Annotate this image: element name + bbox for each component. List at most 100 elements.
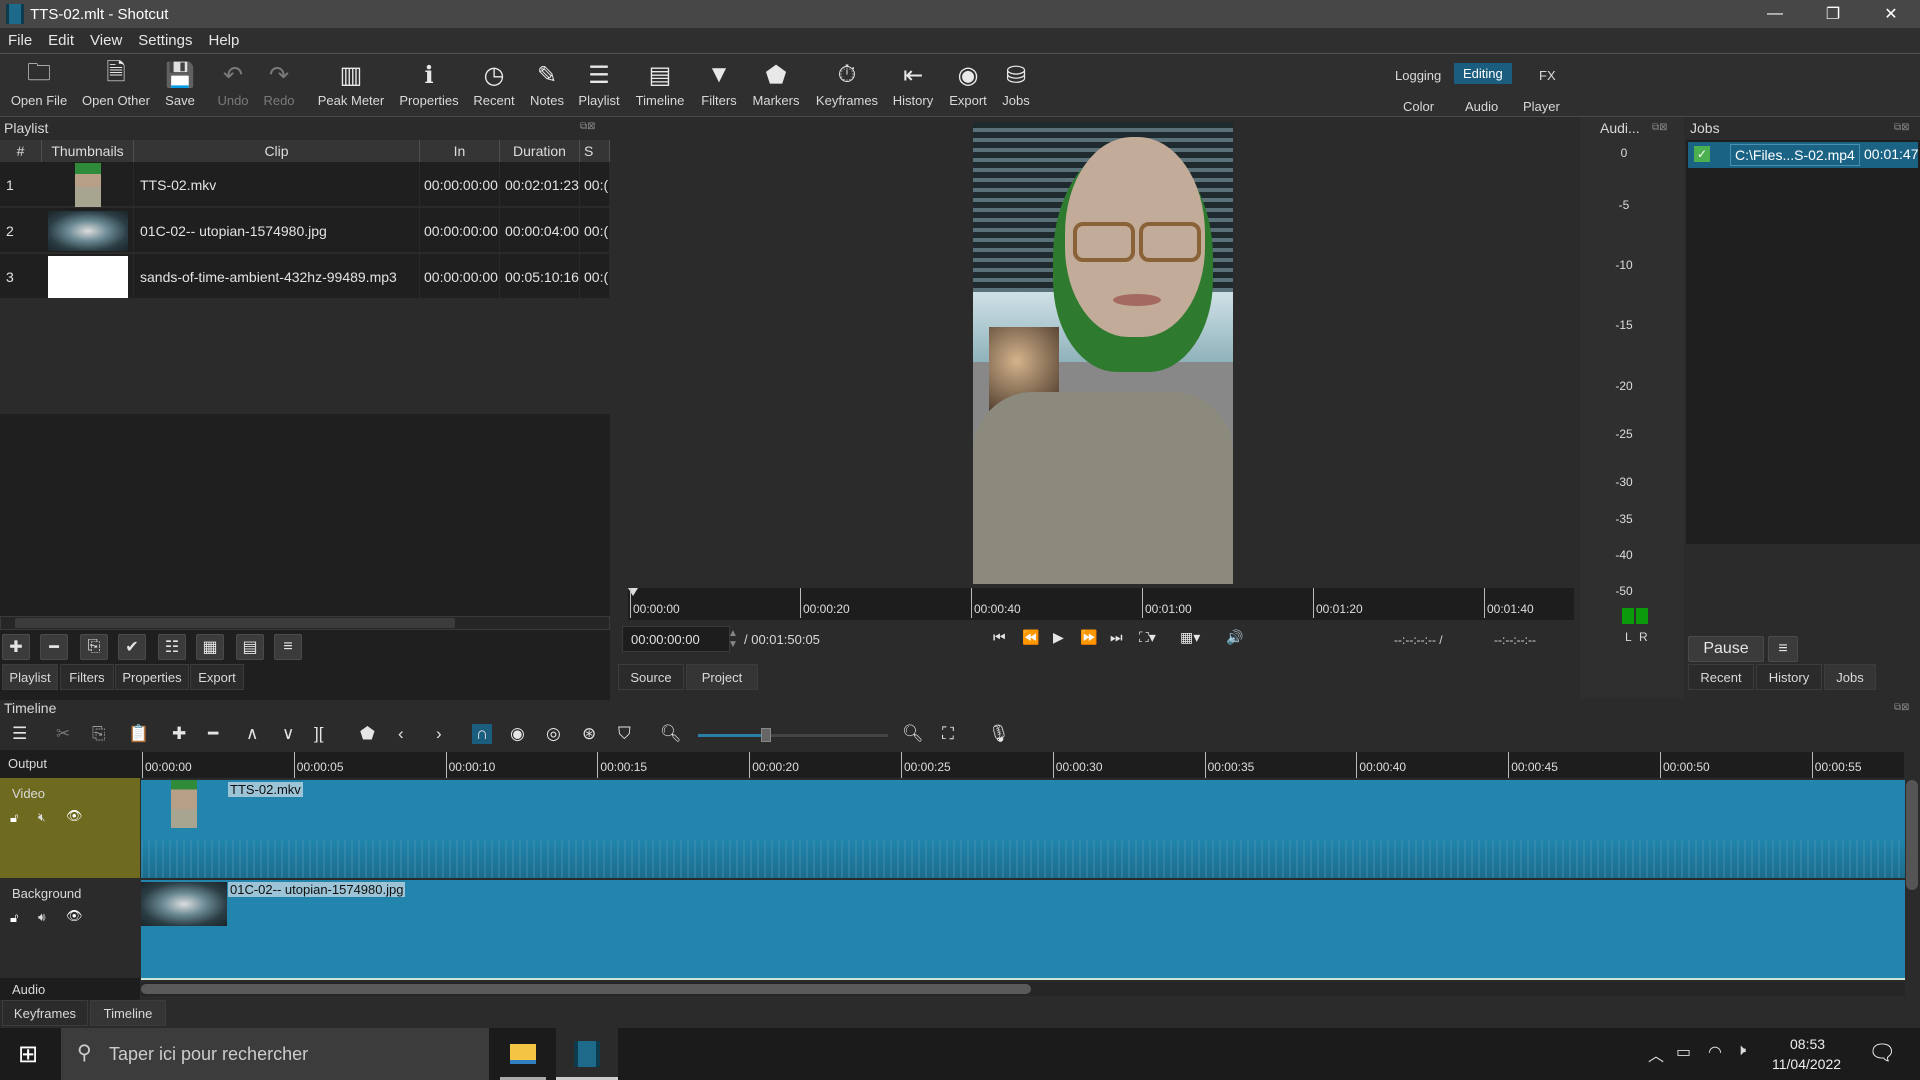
- menu-edit[interactable]: Edit: [40, 32, 82, 49]
- copy-icon[interactable]: ⎘: [92, 724, 106, 744]
- lock-icon[interactable]: 🔓︎: [10, 810, 18, 826]
- playlist-row[interactable]: 2 01C-02-- utopian-1574980.jpg 00:00:00:…: [0, 208, 610, 253]
- clip-utopian[interactable]: 01C-02-- utopian-1574980.jpg: [141, 880, 1905, 978]
- redo-button[interactable]: ↷ Redo: [244, 59, 314, 109]
- current-timecode-field[interactable]: 00:00:00:00: [622, 626, 730, 652]
- windows-start-icon[interactable]: ⊞: [18, 1040, 38, 1069]
- column-header-in[interactable]: In: [420, 140, 500, 162]
- viewer-ruler[interactable]: 00:00:00 00:00:20 00:00:40 00:01:00 00:0…: [628, 588, 1574, 620]
- dock-float-close-icons[interactable]: ⧉⊠: [1894, 702, 1910, 713]
- menu-settings[interactable]: Settings: [130, 32, 200, 49]
- zoom-fit-icon[interactable]: ⛶: [942, 724, 954, 744]
- jobs-menu-icon[interactable]: ≡: [1768, 636, 1798, 662]
- marker-icon[interactable]: ⬟: [360, 724, 375, 744]
- minimize-button[interactable]: —: [1746, 0, 1804, 28]
- properties-button[interactable]: ℹ Properties: [394, 59, 464, 109]
- tab-playlist[interactable]: Playlist: [2, 664, 58, 690]
- timeline-ruler[interactable]: 00:00:00 00:00:05 00:00:10 00:00:15 00:00:20…: [140, 752, 1904, 778]
- zoom-slider[interactable]: [698, 728, 888, 742]
- volume-icon[interactable]: 🕨: [1736, 1042, 1746, 1060]
- tab-history[interactable]: History: [1756, 664, 1822, 690]
- tiles-view-icon[interactable]: ▦: [196, 634, 224, 660]
- tab-jobs[interactable]: Jobs: [1824, 664, 1876, 690]
- details-view-icon[interactable]: ☷: [158, 634, 186, 660]
- menu-icon[interactable]: ≡: [274, 634, 302, 660]
- timeline-menu-icon[interactable]: ☰: [12, 724, 27, 744]
- track-header-background[interactable]: Background 🔓︎ 🔊︎ 👁︎: [0, 878, 140, 978]
- markers-button[interactable]: ⬟ Markers: [741, 59, 811, 109]
- zoom-in-icon[interactable]: 🔍︎: [902, 724, 924, 744]
- skip-to-start-icon[interactable]: ⏮: [993, 629, 1006, 646]
- maximize-button[interactable]: ❐: [1804, 0, 1862, 28]
- scrub-icon[interactable]: ◉: [510, 724, 525, 744]
- fast-forward-icon[interactable]: ⏩: [1080, 629, 1097, 646]
- open-file-button[interactable]: 🗀 Open File: [4, 59, 74, 109]
- icons-view-icon[interactable]: ▤: [236, 634, 264, 660]
- append-icon[interactable]: ✚: [172, 724, 186, 744]
- ripple-delete-icon[interactable]: ━: [208, 724, 218, 744]
- wifi-icon[interactable]: ◠: [1708, 1042, 1722, 1062]
- dock-float-close-icons[interactable]: ⧉⊠: [1652, 122, 1668, 133]
- lift-icon[interactable]: ∧: [246, 724, 258, 744]
- lock-icon[interactable]: 🔓︎: [10, 910, 18, 926]
- layout-editing[interactable]: Editing: [1454, 63, 1512, 84]
- timecode-spinner[interactable]: ▲ ▼: [728, 628, 738, 650]
- layout-audio[interactable]: Audio: [1456, 96, 1507, 117]
- tab-project[interactable]: Project: [686, 664, 758, 690]
- overwrite-icon[interactable]: ∨: [282, 724, 294, 744]
- column-header-thumbnails[interactable]: Thumbnails: [42, 140, 134, 162]
- playlist-horizontal-scrollbar[interactable]: [0, 616, 610, 630]
- layout-logging[interactable]: Logging: [1386, 65, 1450, 86]
- show-hidden-icons-icon[interactable]: ︿: [1648, 1042, 1664, 1066]
- volume-icon[interactable]: 🔊: [1226, 629, 1243, 646]
- clock-time[interactable]: 08:53: [1790, 1036, 1825, 1052]
- shotcut-taskbar-icon[interactable]: [556, 1028, 618, 1080]
- timeline-horizontal-scrollbar[interactable]: [141, 982, 1905, 996]
- file-explorer-taskbar-icon[interactable]: [496, 1028, 550, 1080]
- job-item[interactable]: ✓ C:\Files...S-02.mp4 00:01:47: [1688, 142, 1919, 168]
- taskbar-search-box[interactable]: ⚲ Taper ici pour rechercher: [61, 1028, 489, 1080]
- playlist-row[interactable]: 3 sands-of-time-ambient-432hz-99489.mp3 …: [0, 254, 610, 299]
- add-icon[interactable]: ✚: [2, 634, 30, 660]
- column-header-number[interactable]: #: [0, 140, 42, 162]
- tab-properties[interactable]: Properties: [115, 664, 189, 690]
- tab-filters[interactable]: Filters: [60, 664, 114, 690]
- split-icon[interactable]: ][: [314, 724, 323, 744]
- open-other-button[interactable]: 🗎 Open Other: [81, 59, 151, 109]
- timeline-vertical-scrollbar[interactable]: [1906, 780, 1918, 890]
- layout-player[interactable]: Player: [1514, 96, 1569, 117]
- ripple-all-icon[interactable]: ⊛: [582, 724, 596, 744]
- ripple-icon[interactable]: ◎: [546, 724, 561, 744]
- menu-view[interactable]: View: [82, 32, 130, 49]
- ripple-markers-icon[interactable]: ⛉: [618, 724, 631, 744]
- play-icon[interactable]: ▶: [1053, 629, 1064, 646]
- playlist-button[interactable]: ☰ Playlist: [564, 59, 634, 109]
- mute-icon[interactable]: 🔇︎: [38, 810, 46, 825]
- dock-float-close-icons[interactable]: ⧉⊠: [1894, 122, 1910, 133]
- tab-timeline[interactable]: Timeline: [90, 1000, 166, 1026]
- visibility-eye-icon[interactable]: 👁︎: [66, 908, 83, 924]
- tab-recent[interactable]: Recent: [1688, 664, 1754, 690]
- clip-tts-02[interactable]: TTS-02.mkv: [141, 780, 1905, 878]
- tab-keyframes[interactable]: Keyframes: [2, 1000, 88, 1026]
- audio-icon[interactable]: 🔊︎: [38, 910, 46, 925]
- keyframes-button[interactable]: ⏱ Keyframes: [812, 59, 882, 108]
- visibility-eye-icon[interactable]: 👁︎: [66, 808, 83, 824]
- track-header-audio[interactable]: Audio: [0, 978, 140, 1000]
- remove-icon[interactable]: ━: [40, 634, 68, 660]
- layout-color[interactable]: Color: [1394, 96, 1443, 117]
- tab-export[interactable]: Export: [190, 664, 244, 690]
- record-audio-icon[interactable]: 🎙: [988, 724, 1010, 744]
- peak-meter-button[interactable]: ▥ Peak Meter: [316, 59, 386, 109]
- rewind-icon[interactable]: ⏪: [1022, 629, 1039, 646]
- toggle-zoom-icon[interactable]: ⛶▾: [1139, 629, 1156, 646]
- column-header-start[interactable]: S: [580, 140, 610, 162]
- update-icon[interactable]: ⎘: [80, 634, 108, 660]
- snap-magnet-icon[interactable]: ∩: [472, 724, 493, 744]
- next-marker-icon[interactable]: ›: [436, 724, 442, 744]
- jobs-button[interactable]: ⛁ Jobs: [981, 59, 1051, 109]
- track-header-output[interactable]: Output: [0, 750, 140, 778]
- clock-date[interactable]: 11/04/2022: [1772, 1056, 1841, 1072]
- cut-icon[interactable]: ✂: [56, 724, 70, 744]
- dock-float-close-icons[interactable]: ⧉⊠: [580, 121, 596, 132]
